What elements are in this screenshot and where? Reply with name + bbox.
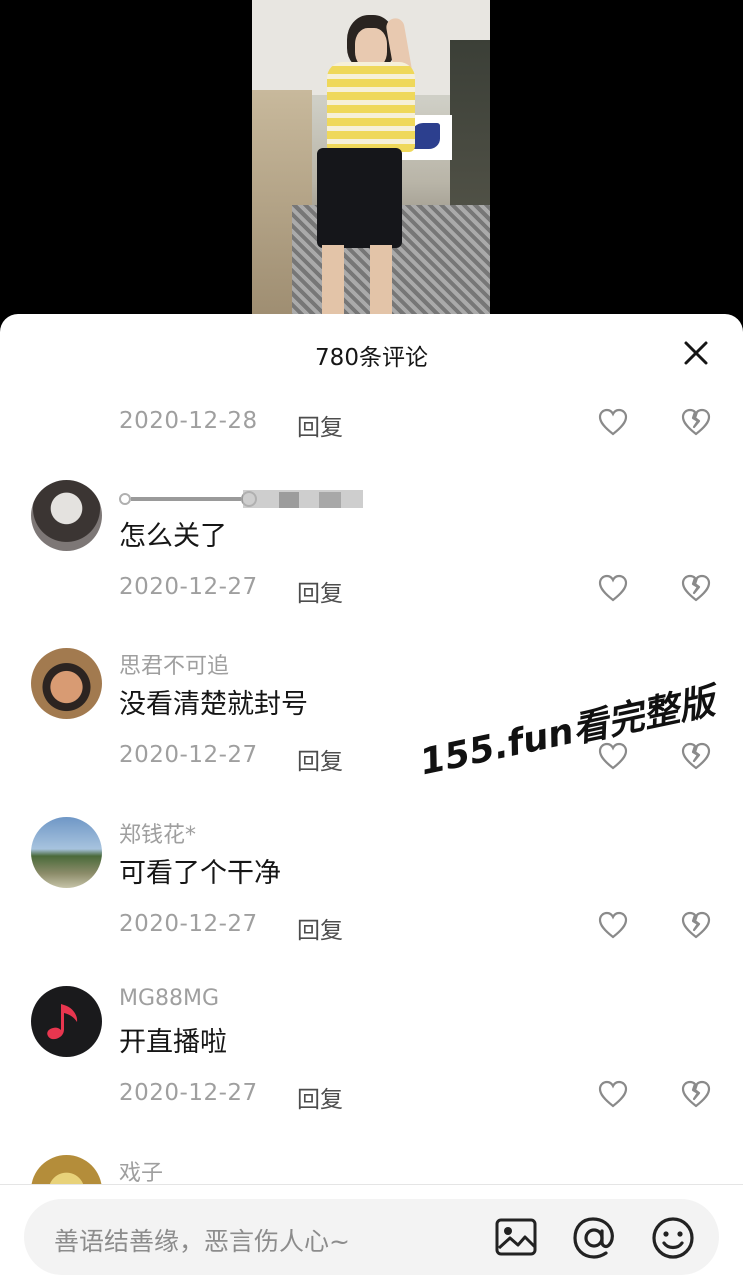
comment-input-placeholder[interactable]: 善语结善缘，恶言伤人心~ [54,1222,350,1258]
like-icon[interactable] [598,911,628,939]
comment-username[interactable]: 戏子 [119,1155,163,1184]
reply-button[interactable]: 回复 [297,1080,343,1114]
video-frame[interactable] [252,0,490,330]
comment-date: 2020-12-28 [119,408,258,434]
dislike-icon[interactable] [681,742,711,770]
panel-header: 780条评论 [0,314,743,394]
like-icon[interactable] [598,408,628,436]
emoji-icon[interactable] [650,1215,696,1261]
comment-date: 2020-12-27 [119,742,258,768]
comment-meta: 2020-12-28 回复 [119,402,743,442]
dislike-icon[interactable] [681,408,711,436]
like-icon[interactable] [598,574,628,602]
reply-button[interactable]: 回复 [297,408,343,442]
comment-count-title: 780条评论 [315,345,428,371]
avatar[interactable] [31,648,102,719]
comment-item: 郑钱花* 可看了个干净 2020-12-27 回复 [0,817,743,985]
comment-item: 戏子 [0,1155,743,1184]
comment-text: 没看清楚就封号 [119,689,308,720]
comment-text: 可看了个干净 [119,858,281,889]
redacted-username [119,490,363,508]
comment-meta: 2020-12-27 回复 [119,1074,743,1114]
reply-button[interactable]: 回复 [297,911,343,945]
reply-button[interactable]: 回复 [297,574,343,608]
comment-meta: 2020-12-27 回复 [119,568,743,608]
reply-button[interactable]: 回复 [297,742,343,776]
comment-item: 怎么关了 2020-12-27 回复 [0,480,743,648]
comment-panel: 780条评论 2020-12-28 回复 怎么关了 2020-12-27 回复 … [0,314,743,1280]
comment-username[interactable]: 思君不可追 [119,648,229,680]
comment-date: 2020-12-27 [119,574,258,600]
dislike-icon[interactable] [681,574,711,602]
comment-username[interactable]: MG88MG [119,986,219,1011]
comment-list[interactable]: 2020-12-28 回复 怎么关了 2020-12-27 回复 思君不可追 没… [0,394,743,1184]
avatar[interactable] [31,480,102,551]
comment-date: 2020-12-27 [119,911,258,937]
comment-date: 2020-12-27 [119,1080,258,1106]
video-area[interactable] [0,0,743,330]
dislike-icon[interactable] [681,1080,711,1108]
music-note-icon [47,1004,78,1040]
avatar[interactable] [31,986,102,1057]
comment-input-bar: 善语结善缘，恶言伤人心~ [0,1184,743,1280]
close-icon[interactable] [683,340,709,366]
at-icon[interactable] [571,1215,617,1261]
like-icon[interactable] [598,1080,628,1108]
comment-input[interactable]: 善语结善缘，恶言伤人心~ [24,1199,719,1275]
comment-text: 开直播啦 [119,1027,227,1058]
comment-username[interactable]: 郑钱花* [119,817,196,849]
dislike-icon[interactable] [681,911,711,939]
avatar[interactable] [31,817,102,888]
comment-text: 怎么关了 [119,521,227,552]
comment-item: MG88MG 开直播啦 2020-12-27 回复 [0,986,743,1154]
avatar[interactable] [31,1155,102,1184]
image-icon[interactable] [494,1215,538,1259]
comment-meta: 2020-12-27 回复 [119,905,743,945]
